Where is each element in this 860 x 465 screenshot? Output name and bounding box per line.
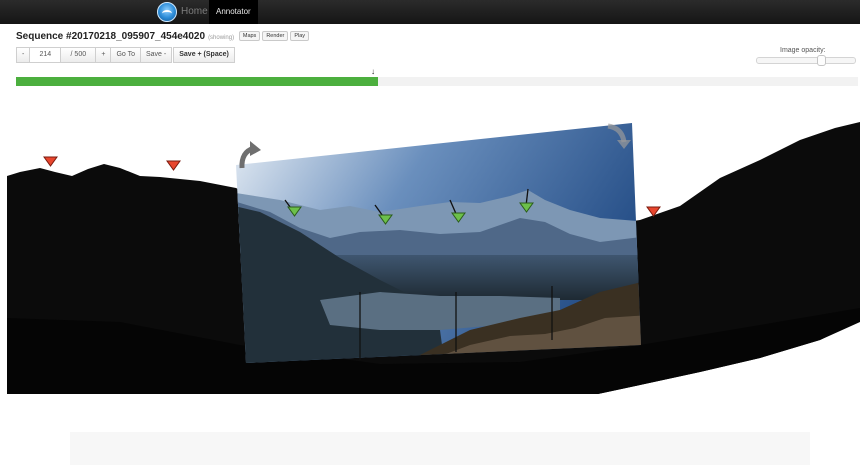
peak-marker-icon[interactable] bbox=[43, 156, 58, 167]
bottom-panel bbox=[70, 432, 810, 465]
rotate-left-icon-arrowhead bbox=[250, 141, 261, 156]
warped-photo[interactable] bbox=[230, 115, 650, 375]
peak-marker-icon[interactable] bbox=[166, 160, 181, 171]
panorama-canvas[interactable] bbox=[0, 0, 860, 465]
